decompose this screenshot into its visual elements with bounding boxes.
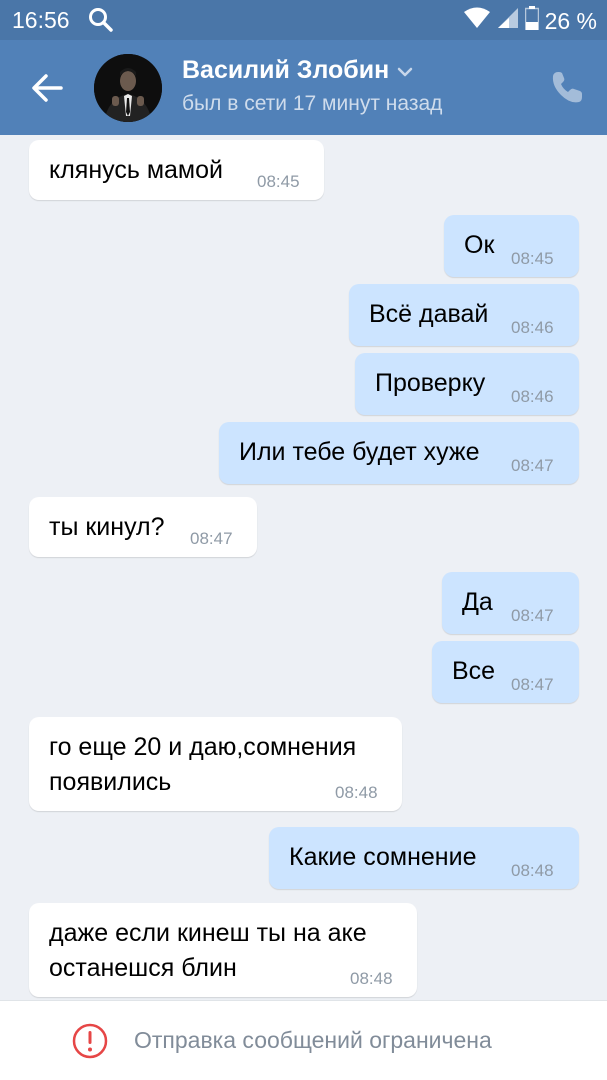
back-arrow-icon[interactable] bbox=[30, 70, 66, 106]
message-bubble[interactable]: го еще 20 и даю,сомнения появились 08:48 bbox=[29, 717, 402, 811]
message-text: Ок bbox=[464, 231, 495, 259]
status-indicators: 26 % bbox=[463, 6, 597, 36]
message-text: Да bbox=[462, 588, 493, 616]
warning-icon bbox=[72, 1023, 108, 1059]
chevron-down-icon[interactable] bbox=[397, 56, 413, 85]
message-bubble[interactable]: ты кинул? 08:47 bbox=[29, 497, 257, 557]
message-text-line: даже если кинеш ты на аке bbox=[49, 919, 367, 947]
status-time: 16:56 bbox=[12, 7, 70, 33]
message-time: 08:48 bbox=[350, 969, 393, 988]
avatar[interactable] bbox=[94, 54, 162, 122]
last-seen-status: был в сети 17 минут назад bbox=[182, 92, 443, 115]
signal-icon bbox=[497, 7, 519, 35]
message-text: клянусь мамой bbox=[49, 156, 223, 184]
message-time: 08:48 bbox=[511, 861, 554, 880]
wifi-icon bbox=[463, 7, 491, 35]
chat-header: Василий Злобин был в сети 17 минут назад bbox=[0, 40, 607, 135]
message-time: 08:47 bbox=[511, 456, 554, 475]
message-text: Все bbox=[452, 657, 496, 685]
message-text: Какие сомнение bbox=[289, 843, 477, 871]
message-time: 08:46 bbox=[511, 387, 554, 406]
message-bubble[interactable]: Или тебе будет хуже 08:47 bbox=[219, 422, 579, 484]
message-bubble[interactable]: Да 08:47 bbox=[442, 572, 579, 634]
messaging-restricted-bar: Отправка сообщений ограничена bbox=[0, 1000, 607, 1080]
message-time: 08:47 bbox=[190, 529, 233, 548]
message-text: Или тебе будет хуже bbox=[239, 438, 480, 466]
restriction-notice: Отправка сообщений ограничена bbox=[134, 1027, 492, 1053]
message-time: 08:47 bbox=[511, 606, 554, 625]
message-bubble[interactable]: Всё давай 08:46 bbox=[349, 284, 579, 346]
message-text-line: го еще 20 и даю,сомнения bbox=[49, 733, 357, 761]
message-bubble[interactable]: Все 08:47 bbox=[432, 641, 579, 703]
message-text: Проверку bbox=[375, 369, 486, 397]
status-bar: 16:56 26 % bbox=[0, 0, 607, 40]
phone-icon[interactable] bbox=[551, 70, 583, 104]
message-bubble[interactable]: Ок 08:45 bbox=[444, 215, 579, 277]
battery-percent: 26 % bbox=[544, 7, 597, 34]
search-icon[interactable] bbox=[88, 7, 114, 38]
message-text: Всё давай bbox=[369, 300, 489, 328]
contact-name[interactable]: Василий Злобин bbox=[182, 56, 413, 85]
message-bubble[interactable]: даже если кинеш ты на аке останешся блин… bbox=[29, 903, 417, 997]
message-time: 08:48 bbox=[335, 783, 378, 802]
contact-name-text: Василий Злобин bbox=[182, 56, 390, 84]
message-text: ты кинул? bbox=[49, 513, 165, 541]
message-bubble[interactable]: Проверку 08:46 bbox=[355, 353, 579, 415]
message-time: 08:45 bbox=[257, 172, 300, 191]
message-time: 08:46 bbox=[511, 318, 554, 337]
message-bubble[interactable]: Какие сомнение 08:48 bbox=[269, 827, 579, 889]
message-time: 08:47 bbox=[511, 675, 554, 694]
battery-icon bbox=[524, 6, 539, 36]
message-time: 08:45 bbox=[511, 249, 554, 268]
message-list[interactable]: клянусь мамой 08:45 Ок 08:45 Всё давай 0… bbox=[0, 135, 607, 1000]
message-bubble[interactable]: клянусь мамой 08:45 bbox=[29, 140, 324, 200]
message-text-line: появились bbox=[49, 768, 172, 796]
message-text-line: останешся блин bbox=[49, 954, 237, 982]
